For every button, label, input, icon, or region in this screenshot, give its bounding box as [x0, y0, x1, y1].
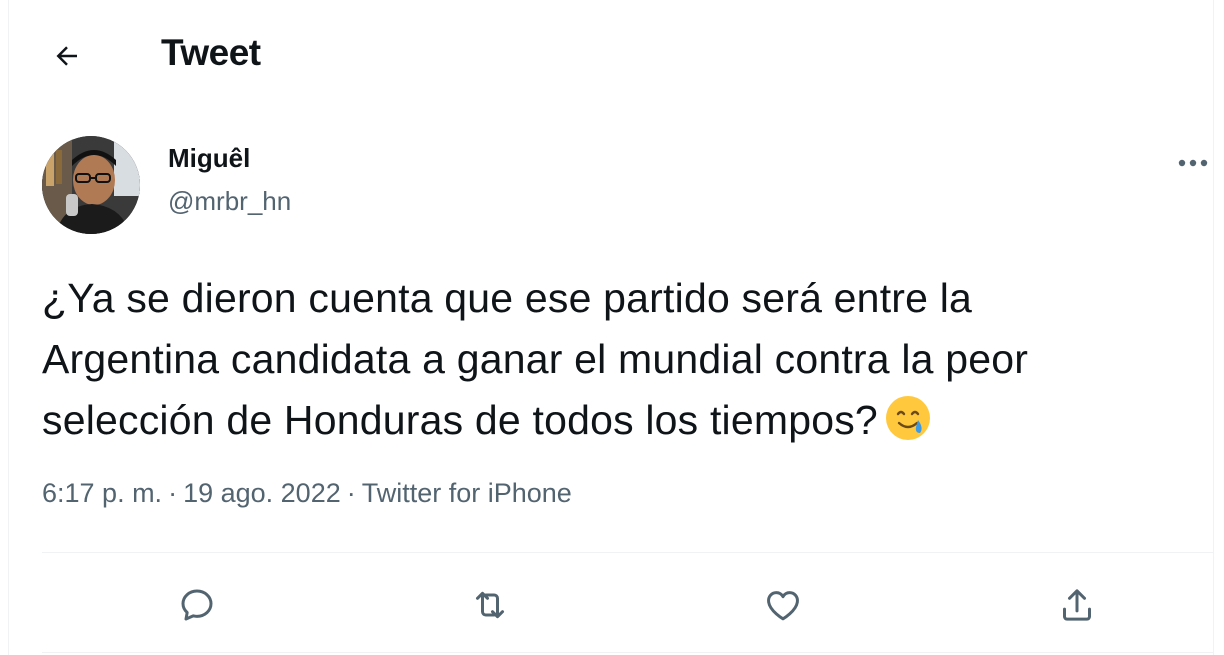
tweet-meta: 6:17 p. m. · 19 ago. 2022 · Twitter for iPho… [42, 478, 572, 509]
share-icon [1063, 589, 1091, 621]
tweet-time[interactable]: 6:17 p. m. [42, 478, 162, 508]
avatar[interactable] [42, 136, 140, 234]
tweet-date[interactable]: 19 ago. 2022 [183, 478, 341, 508]
smiling-face-with-tear-emoji [885, 396, 930, 440]
reply-button[interactable] [172, 580, 222, 630]
tweet-text-line-last: selección de Honduras de todos los tiemp… [42, 390, 1192, 451]
tweet-page: Tweet Miguêl @mrbr_hn ¿Ya se dieron cuen… [8, 0, 1214, 655]
heart-icon [767, 591, 799, 621]
meta-separator: · [168, 478, 178, 508]
divider [42, 552, 1214, 553]
retweet-button[interactable] [465, 580, 515, 630]
arrow-left-icon [56, 46, 77, 66]
avatar-image [42, 136, 140, 234]
back-button[interactable] [45, 36, 89, 76]
tweet-text-line: selección de Honduras de todos los tiemp… [42, 397, 878, 443]
like-button[interactable] [758, 580, 808, 630]
share-button[interactable] [1052, 580, 1102, 630]
page-title: Tweet [161, 32, 261, 73]
tweet-source[interactable]: Twitter for iPhone [362, 478, 572, 508]
retweet-icon [476, 591, 504, 619]
author-display-name[interactable]: Miguêl [168, 143, 250, 174]
reply-icon [181, 589, 213, 621]
meta-separator: · [346, 478, 356, 508]
tweet-text-line: Argentina candidata a ganar el mundial c… [42, 336, 1029, 382]
page-header: Tweet [9, 0, 1213, 110]
more-horizontal-icon [1178, 159, 1208, 167]
more-options-button[interactable] [1175, 145, 1211, 181]
action-bar [42, 560, 1214, 650]
author-handle[interactable]: @mrbr_hn [168, 186, 291, 217]
divider [42, 652, 1214, 653]
tweet-text: ¿Ya se dieron cuenta que ese partido ser… [42, 268, 1192, 451]
tweet-text-line: ¿Ya se dieron cuenta que ese partido ser… [42, 275, 973, 321]
